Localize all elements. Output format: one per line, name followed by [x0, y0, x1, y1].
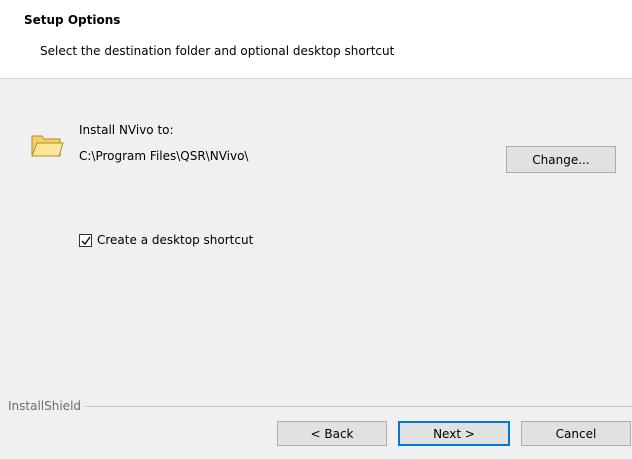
page-subtitle: Select the destination folder and option… — [40, 44, 395, 58]
desktop-shortcut-label: Create a desktop shortcut — [97, 233, 254, 247]
folder-icon — [30, 130, 64, 160]
brand-divider — [85, 405, 632, 407]
brand-label: InstallShield — [8, 399, 82, 413]
back-button[interactable]: < Back — [277, 421, 387, 446]
next-button[interactable]: Next > — [398, 421, 510, 446]
dialog-header: Setup Options Select the destination fol… — [0, 0, 632, 79]
page-title: Setup Options — [24, 13, 121, 27]
checkmark-icon — [81, 236, 91, 245]
desktop-shortcut-option[interactable]: Create a desktop shortcut — [79, 233, 253, 247]
installshield-brand: InstallShield — [0, 399, 632, 413]
install-path: C:\Program Files\QSR\NVivo\ — [79, 149, 249, 163]
install-label: Install NVivo to: — [79, 123, 174, 137]
desktop-shortcut-checkbox[interactable] — [79, 233, 92, 247]
cancel-button[interactable]: Cancel — [521, 421, 631, 446]
change-button[interactable]: Change... — [506, 146, 616, 173]
